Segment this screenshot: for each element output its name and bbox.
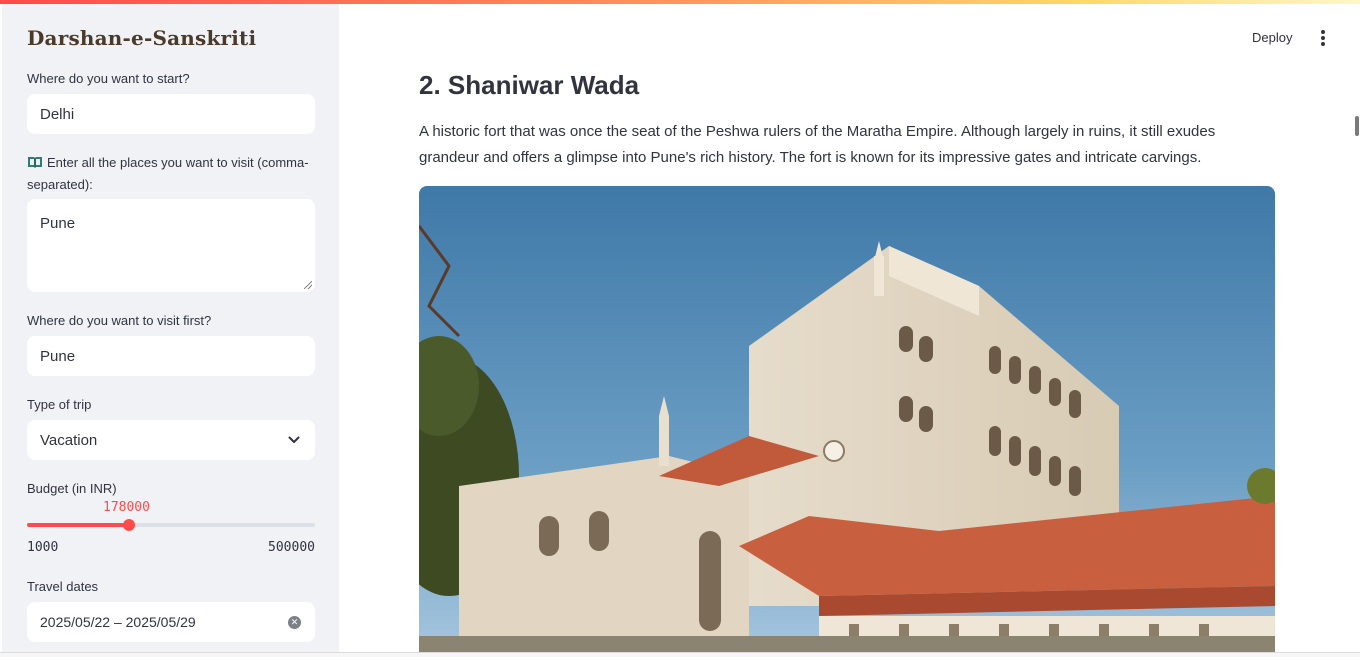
open-book-icon — [27, 153, 43, 168]
trip-type-label: Type of trip — [27, 397, 92, 412]
window-bottom-edge — [0, 652, 1360, 657]
chevron-down-icon — [287, 433, 301, 447]
places-label-text: Enter all the places you want to visit (… — [27, 155, 309, 192]
deploy-button[interactable]: Deploy — [1252, 30, 1292, 45]
first-visit-label: Where do you want to visit first? — [27, 313, 212, 328]
trip-type-select[interactable]: Vacation — [27, 420, 315, 460]
budget-slider[interactable] — [27, 519, 315, 531]
places-label: Enter all the places you want to visit (… — [27, 152, 319, 196]
travel-dates-value: 2025/05/22 – 2025/05/29 — [40, 614, 196, 630]
resize-handle[interactable] — [304, 281, 312, 289]
place-photo — [419, 186, 1275, 652]
budget-label: Budget (in INR) — [27, 481, 117, 496]
more-options-icon[interactable] — [1317, 30, 1329, 46]
start-label: Where do you want to start? — [27, 71, 190, 86]
first-visit-input[interactable]: Pune — [27, 336, 315, 376]
budget-current-value: 178000 — [103, 500, 150, 515]
places-textarea-value: Pune — [40, 215, 76, 232]
budget-slider-fill — [27, 523, 129, 527]
trip-type-selected-value: Vacation — [40, 431, 98, 449]
budget-min-label: 1000 — [27, 540, 59, 555]
first-visit-input-value: Pune — [40, 347, 76, 365]
budget-max-label: 500000 — [268, 540, 315, 555]
start-input[interactable]: Delhi — [27, 94, 315, 134]
budget-slider-thumb[interactable] — [123, 519, 135, 531]
scrollbar[interactable] — [1355, 116, 1359, 136]
app-title: Darshan-e-Sanskriti — [27, 26, 257, 50]
main-content: Deploy 2. Shaniwar Wada A historic fort … — [339, 4, 1360, 652]
sidebar: Darshan-e-Sanskriti Where do you want to… — [2, 4, 339, 652]
clear-icon[interactable]: ✕ — [288, 616, 301, 629]
places-textarea[interactable]: Pune — [27, 199, 315, 292]
travel-dates-label: Travel dates — [27, 579, 99, 594]
start-input-value: Delhi — [40, 105, 75, 123]
place-heading: 2. Shaniwar Wada — [419, 70, 640, 100]
travel-dates-input[interactable]: 2025/05/22 – 2025/05/29 ✕ — [27, 602, 315, 642]
place-description: A historic fort that was once the seat o… — [419, 123, 1216, 166]
